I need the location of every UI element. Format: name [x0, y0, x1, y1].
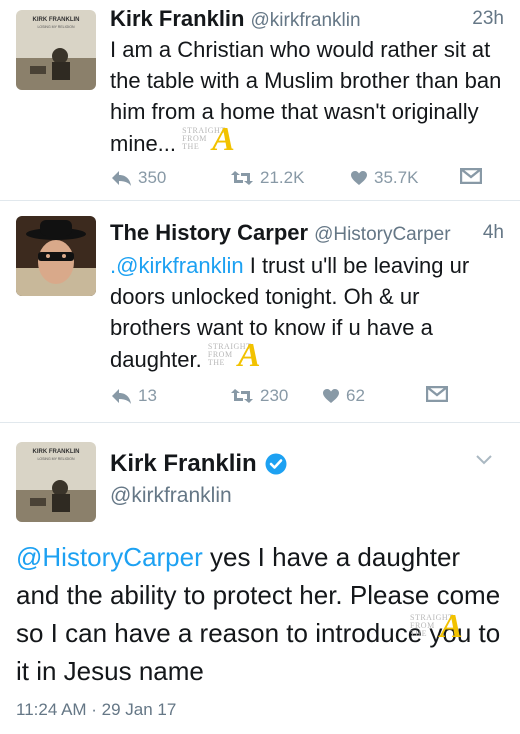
more-options-button[interactable]	[476, 452, 492, 470]
mention-link[interactable]: .@kirkfranklin	[110, 253, 244, 278]
avatar-kirkfranklin[interactable]: KIRK FRANKLIN LOSING MY RELIGION	[16, 10, 96, 90]
avatar-historycarper[interactable]	[16, 216, 96, 296]
reply-count: 350	[138, 168, 167, 187]
display-name[interactable]: Kirk Franklin	[110, 450, 257, 478]
username[interactable]: @HistoryCarper	[314, 224, 450, 245]
retweet-button[interactable]: 230	[230, 386, 288, 406]
tweet-actions: 13 230 62	[110, 386, 506, 410]
watermark-logo: STRAIGHT FROM THE A	[182, 123, 254, 157]
tweet-header: Kirk Franklin @kirkfranklin	[110, 6, 506, 32]
watermark-logo: STRAIGHT FROM THE A	[410, 610, 482, 644]
reply-icon	[112, 171, 131, 186]
tweet-time[interactable]: 23h	[472, 8, 504, 30]
dm-button[interactable]	[426, 386, 448, 402]
reply-button[interactable]: 13	[110, 386, 157, 406]
retweet-count: 21.2K	[260, 168, 305, 187]
watermark-letter: A	[237, 337, 261, 374]
tweet-actions: 350 21.2K 35.7K	[110, 168, 506, 192]
display-name-row: Kirk Franklin	[110, 450, 287, 478]
watermark-letter: A	[440, 608, 463, 645]
dm-icon	[460, 168, 482, 184]
avatar-kirkfranklin[interactable]: KIRK FRANKLIN LOSING MY RELIGION	[16, 442, 96, 522]
watermark-letter: A	[212, 121, 235, 158]
reply-count: 13	[138, 386, 157, 405]
like-icon	[351, 171, 367, 185]
dm-icon	[426, 386, 448, 402]
reply-button[interactable]: 350	[110, 168, 166, 188]
like-icon	[323, 389, 339, 403]
chevron-down-icon	[476, 455, 492, 465]
avatar-image	[16, 216, 96, 296]
avatar-caption: KIRK FRANKLIN	[33, 17, 80, 23]
verified-badge-icon	[265, 453, 287, 475]
avatar-caption: KIRK FRANKLIN	[33, 449, 80, 455]
like-button[interactable]: 35.7K	[350, 168, 418, 188]
retweet-icon	[231, 171, 253, 185]
album-cover-image: KIRK FRANKLIN LOSING MY RELIGION	[16, 10, 96, 90]
dm-button[interactable]	[460, 168, 482, 184]
tweet-text: .@kirkfranklin I trust u'll be leaving u…	[110, 250, 506, 375]
watermark-logo: STRAIGHT FROM THE A	[208, 339, 280, 373]
retweet-icon	[231, 389, 253, 403]
like-button[interactable]: 62	[322, 386, 365, 406]
tweet-header: The History Carper @HistoryCarper	[110, 220, 506, 246]
like-count: 62	[346, 386, 365, 405]
retweet-button[interactable]: 21.2K	[230, 168, 304, 188]
like-count: 35.7K	[374, 168, 419, 187]
retweet-count: 230	[260, 386, 289, 405]
album-cover-image: KIRK FRANKLIN LOSING MY RELIGION	[16, 442, 96, 522]
tweet-kirkfranklin-expanded[interactable]: KIRK FRANKLIN LOSING MY RELIGION Kirk Fr…	[0, 422, 520, 734]
tweet-text-content: I am a Christian who would rather sit at…	[110, 37, 502, 156]
display-name[interactable]: The History Carper	[110, 220, 308, 245]
tweet-time[interactable]: 4h	[483, 222, 504, 244]
display-name[interactable]: Kirk Franklin	[110, 6, 244, 31]
avatar-subcaption: LOSING MY RELIGION	[37, 25, 75, 29]
username[interactable]: @kirkfranklin	[110, 484, 232, 508]
tweet-text: I am a Christian who would rather sit at…	[110, 34, 506, 159]
avatar-subcaption: LOSING MY RELIGION	[37, 457, 75, 461]
tweet-timestamp[interactable]: 11:24 AM · 29 Jan 17	[16, 700, 176, 720]
tweet-kirkfranklin-1[interactable]: KIRK FRANKLIN LOSING MY RELIGION Kirk Fr…	[0, 0, 520, 200]
tweet-historycarper[interactable]: The History Carper @HistoryCarper 4h .@ki…	[0, 200, 520, 422]
mention-link[interactable]: @HistoryCarper	[16, 542, 203, 572]
username[interactable]: @kirkfranklin	[250, 10, 360, 31]
reply-icon	[112, 389, 131, 404]
